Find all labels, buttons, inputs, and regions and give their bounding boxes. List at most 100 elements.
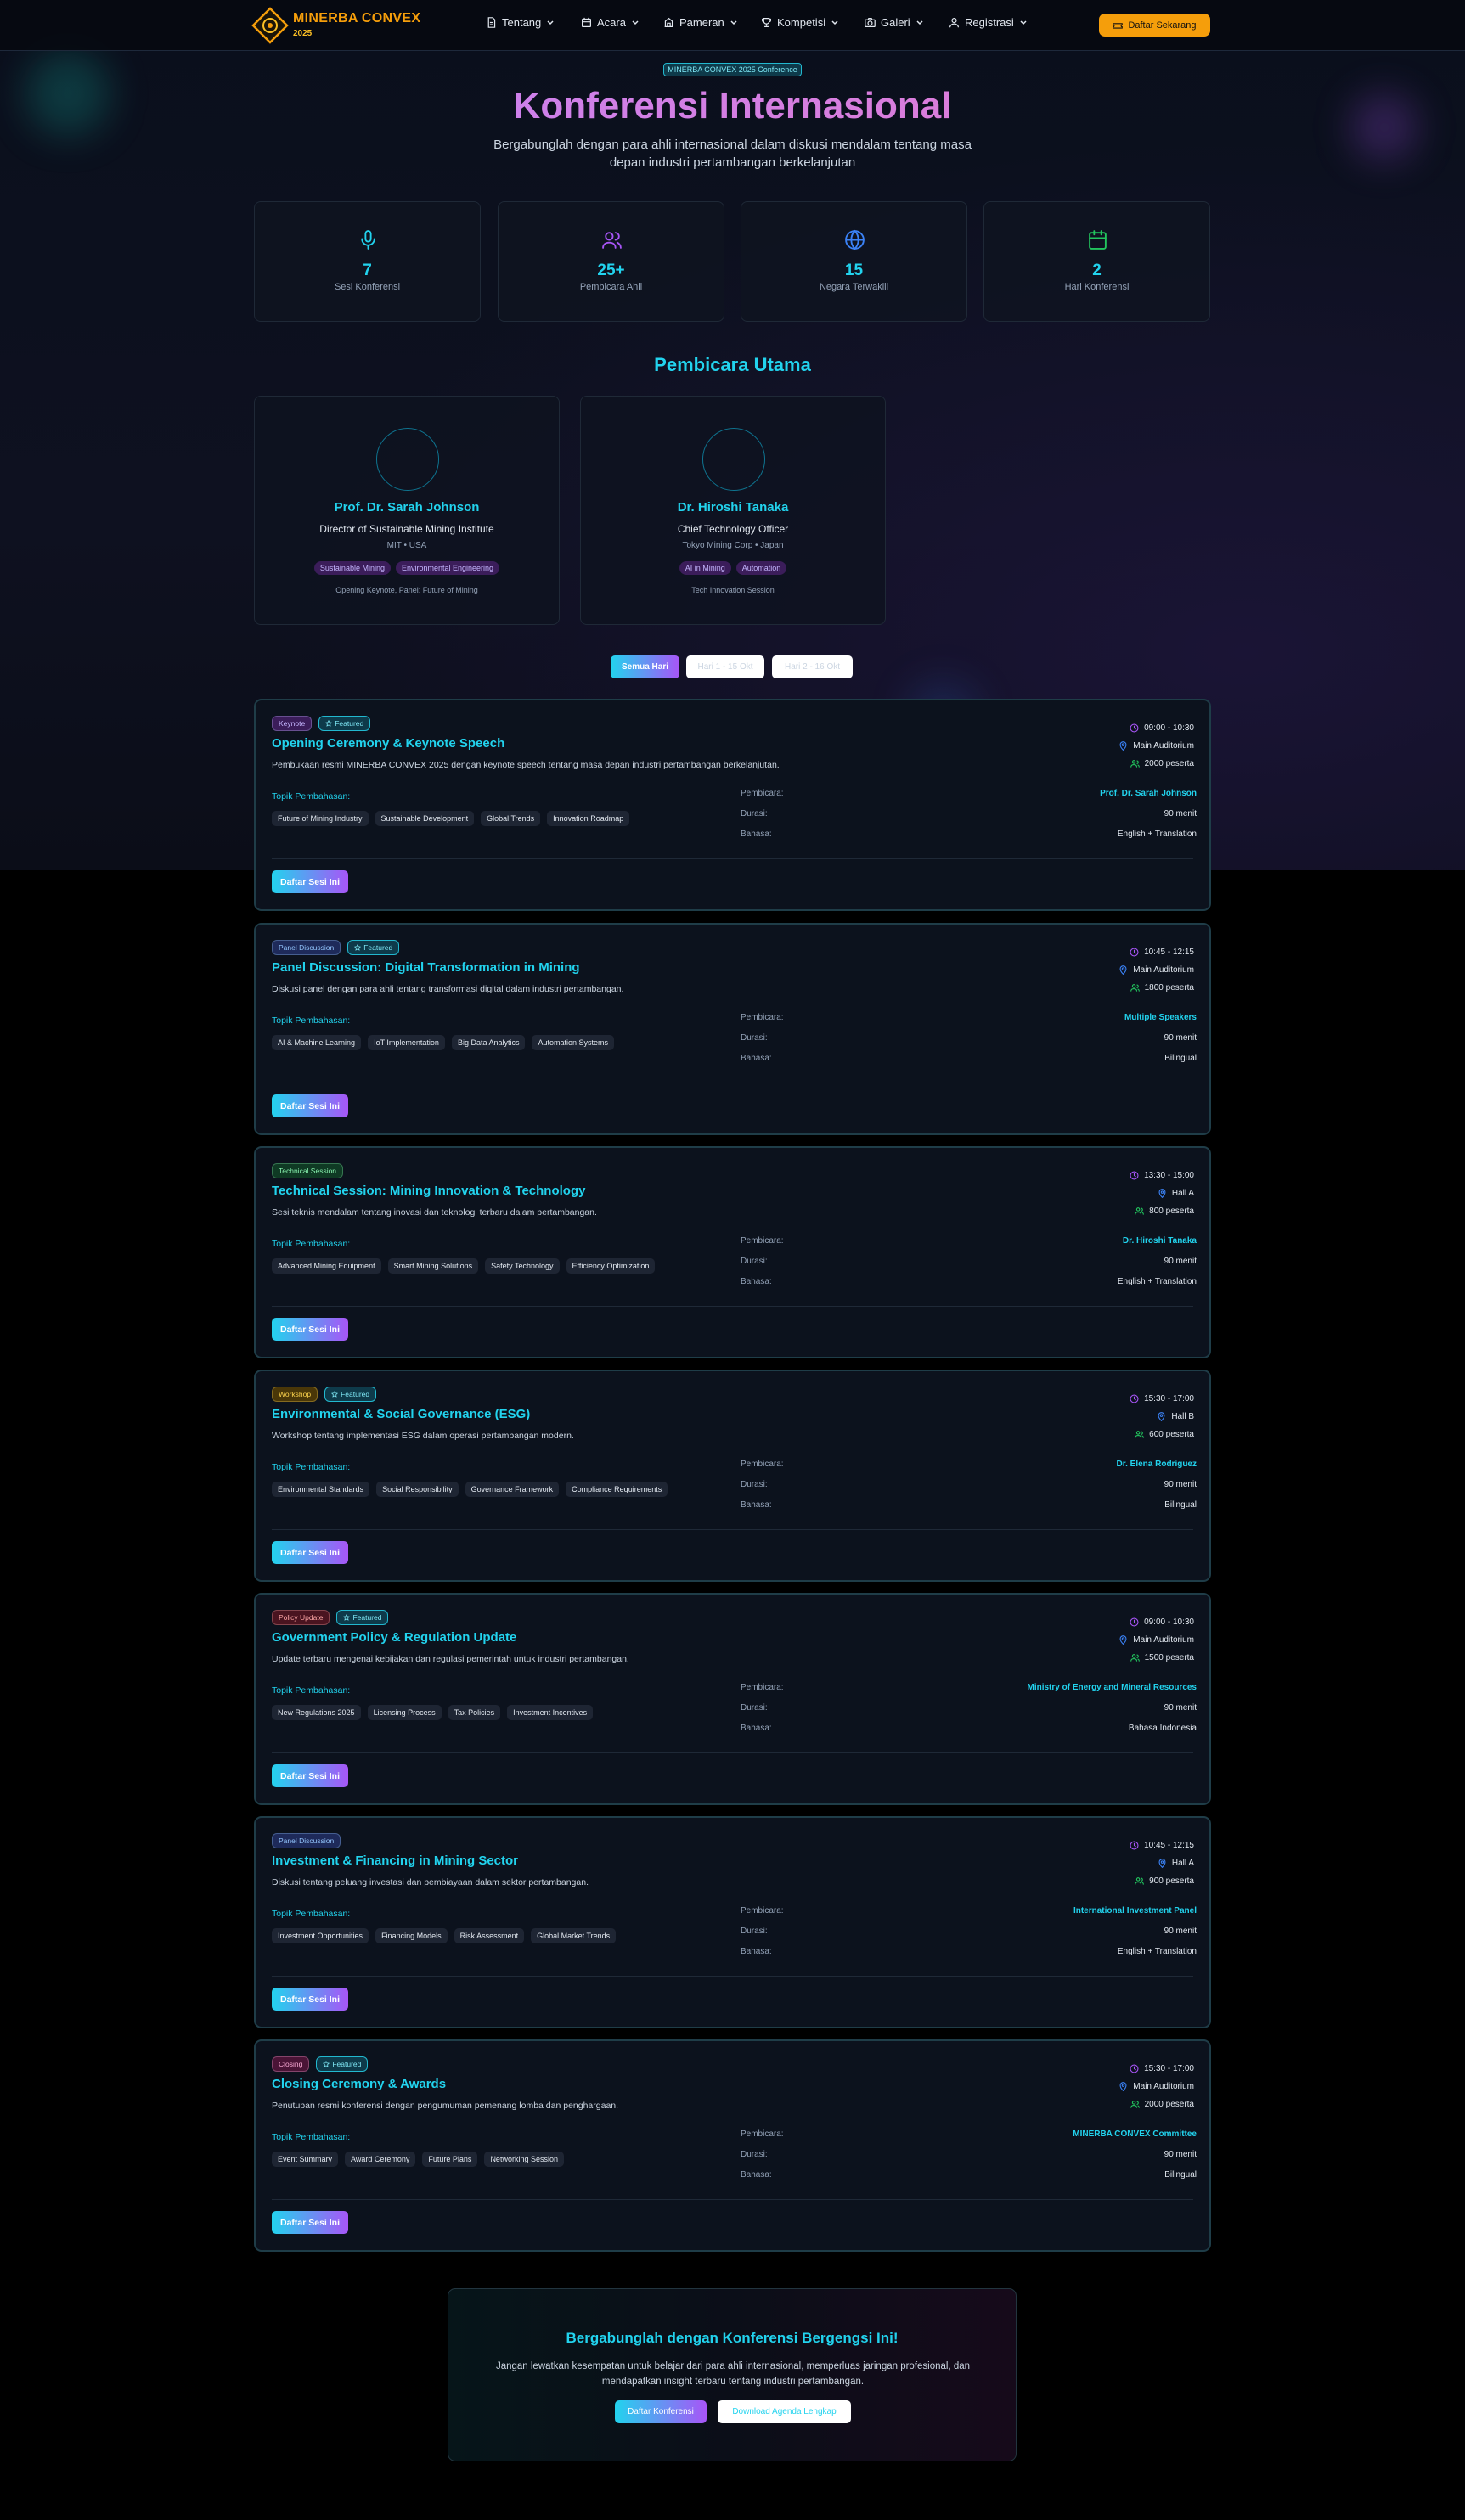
session-description: Sesi teknis mendalam tentang inovasi dan… bbox=[272, 1207, 597, 1218]
nav-item-pameran[interactable]: Pameran bbox=[663, 16, 738, 29]
topic-chip: Risk Assessment bbox=[454, 1928, 525, 1943]
session-card: Technical Session Technical Session: Mini… bbox=[254, 1146, 1211, 1358]
session-time: 10:45 - 12:15 bbox=[1144, 1841, 1194, 1850]
topic-chip: Global Trends bbox=[481, 811, 541, 826]
expertise-tag: AI in Mining bbox=[679, 561, 731, 575]
session-capacity: 800 peserta bbox=[1149, 1207, 1194, 1216]
featured-badge: Featured bbox=[324, 1387, 377, 1402]
stat-label: Pembicara Ahli bbox=[579, 282, 643, 292]
session-meta: 09:00 - 10:30 Main Auditorium 1500 peserta bbox=[1007, 1613, 1194, 1667]
nav-item-kompetisi[interactable]: Kompetisi bbox=[761, 16, 839, 29]
speaker-card[interactable]: Prof. Dr. Sarah Johnson Director of Sust… bbox=[254, 396, 560, 625]
speaker-key: Pembicara: bbox=[741, 1013, 784, 1022]
topic-chip: Global Market Trends bbox=[531, 1928, 617, 1943]
star-icon bbox=[325, 720, 333, 727]
stat-card-countries: 15 Negara Terwakili bbox=[741, 201, 967, 322]
join-title: Bergabunglah dengan Konferensi Bergengsi… bbox=[566, 2330, 899, 2346]
language-key: Bahasa: bbox=[741, 1054, 772, 1063]
filter-day-2[interactable]: Hari 2 - 16 Okt bbox=[772, 655, 853, 678]
featured-badge: Featured bbox=[316, 2056, 369, 2072]
nav-item-tentang[interactable]: Tentang bbox=[486, 16, 555, 29]
topic-list: Event Summary Award Ceremony Future Plans N… bbox=[272, 2152, 564, 2167]
session-room: Main Auditorium bbox=[1133, 741, 1194, 751]
nav-item-galeri[interactable]: Galeri bbox=[865, 16, 924, 29]
register-session-button[interactable]: Daftar Sesi Ini bbox=[272, 1318, 348, 1341]
brand-name[interactable]: MINERBA CONVEX bbox=[293, 11, 420, 26]
duration-key: Durasi: bbox=[741, 1703, 768, 1713]
session-room: Main Auditorium bbox=[1133, 965, 1194, 975]
stat-card-sessions: 7 Sesi Konferensi bbox=[254, 201, 481, 322]
stat-value: 7 bbox=[363, 262, 372, 279]
location-pin-icon bbox=[1158, 1189, 1166, 1198]
register-session-button[interactable]: Daftar Sesi Ini bbox=[272, 1988, 348, 2011]
session-title[interactable]: Government Policy & Regulation Update bbox=[272, 1630, 516, 1645]
session-title[interactable]: Environmental & Social Governance (ESG) bbox=[272, 1407, 530, 1421]
users-icon bbox=[602, 232, 622, 249]
nav-item-acara[interactable]: Acara bbox=[581, 16, 640, 29]
join-description: Jangan lewatkan kesempatan untuk belajar… bbox=[495, 2361, 971, 2387]
featured-badge: Featured bbox=[318, 716, 371, 731]
speaker-name: Dr. Hiroshi Tanaka bbox=[677, 500, 789, 515]
topic-chip: Environmental Standards bbox=[272, 1482, 370, 1497]
topic-list: Future of Mining Industry Sustainable Dev… bbox=[272, 811, 630, 826]
session-duration: 90 menit bbox=[1164, 1480, 1197, 1489]
register-session-button[interactable]: Daftar Sesi Ini bbox=[272, 870, 348, 893]
stat-value: 2 bbox=[1092, 262, 1102, 279]
topic-chip: Sustainable Development bbox=[375, 811, 475, 826]
users-icon bbox=[1135, 1207, 1145, 1215]
topic-list: Environmental Standards Social Responsibi… bbox=[272, 1482, 668, 1497]
session-type-badge: Technical Session bbox=[272, 1163, 344, 1178]
topic-chip: Tax Policies bbox=[448, 1705, 501, 1720]
session-language: Bahasa Indonesia bbox=[1128, 1724, 1197, 1733]
download-agenda-button[interactable]: Download Agenda Lengkap bbox=[718, 2400, 851, 2423]
topic-chip: Investment Incentives bbox=[507, 1705, 594, 1720]
session-title[interactable]: Technical Session: Mining Innovation & T… bbox=[272, 1184, 585, 1198]
language-key: Bahasa: bbox=[741, 830, 772, 839]
logo-icon[interactable] bbox=[251, 7, 289, 44]
speaker-name: Prof. Dr. Sarah Johnson bbox=[334, 500, 480, 515]
session-capacity: 2000 peserta bbox=[1144, 759, 1194, 768]
register-session-button[interactable]: Daftar Sesi Ini bbox=[272, 1541, 348, 1564]
register-now-button[interactable]: Daftar Sekarang bbox=[1099, 14, 1210, 37]
top-navbar: MINERBA CONVEX 2025 Tentang Acara Pamera… bbox=[0, 0, 1465, 51]
filter-day-1[interactable]: Hari 1 - 15 Okt bbox=[686, 655, 764, 678]
session-language: English + Translation bbox=[1117, 1947, 1197, 1956]
topic-chip: Event Summary bbox=[272, 2152, 339, 2167]
star-icon bbox=[331, 1391, 339, 1398]
register-session-button[interactable]: Daftar Sesi Ini bbox=[272, 2211, 348, 2234]
star-icon bbox=[354, 944, 362, 951]
location-pin-icon bbox=[1119, 965, 1127, 975]
session-description: Diskusi panel dengan para ahli tentang t… bbox=[272, 984, 624, 994]
topics-label: Topik Pembahasan: bbox=[272, 1909, 351, 1919]
register-conference-button[interactable]: Daftar Konferensi bbox=[615, 2400, 707, 2423]
speakers-heading: Pembicara Utama bbox=[654, 354, 811, 375]
session-card: Keynote Featured Opening Ceremony & Keynot… bbox=[254, 699, 1211, 911]
clock-icon bbox=[1130, 1171, 1139, 1180]
language-key: Bahasa: bbox=[741, 2170, 772, 2180]
stat-label: Sesi Konferensi bbox=[334, 282, 401, 292]
register-session-button[interactable]: Daftar Sesi Ini bbox=[272, 1094, 348, 1117]
users-icon bbox=[1130, 760, 1140, 768]
speaker-card[interactable]: Dr. Hiroshi Tanaka Chief Technology Offi… bbox=[580, 396, 886, 625]
session-time: 09:00 - 10:30 bbox=[1144, 1617, 1194, 1627]
session-title[interactable]: Investment & Financing in Mining Sector bbox=[272, 1853, 518, 1868]
session-title[interactable]: Panel Discussion: Digital Transformation… bbox=[272, 960, 580, 975]
stat-label: Hari Konferensi bbox=[1064, 282, 1130, 292]
topic-chip: Big Data Analytics bbox=[451, 1035, 526, 1050]
nav-item-registrasi[interactable]: Registrasi bbox=[949, 16, 1028, 29]
filter-all-days[interactable]: Semua Hari bbox=[611, 655, 679, 678]
session-language: English + Translation bbox=[1117, 1277, 1197, 1286]
topic-list: Advanced Mining Equipment Smart Mining So… bbox=[272, 1258, 656, 1274]
featured-badge: Featured bbox=[347, 940, 400, 955]
clock-icon bbox=[1130, 1394, 1139, 1403]
topic-chip: IoT Implementation bbox=[368, 1035, 445, 1050]
topic-chip: Governance Framework bbox=[465, 1482, 560, 1497]
session-card: Closing Featured Closing Ceremony & Awards… bbox=[254, 2039, 1211, 2252]
duration-key: Durasi: bbox=[741, 1257, 768, 1266]
session-title[interactable]: Closing Ceremony & Awards bbox=[272, 2077, 446, 2091]
nav-label: Galeri bbox=[881, 16, 910, 29]
register-session-button[interactable]: Daftar Sesi Ini bbox=[272, 1764, 348, 1787]
building-icon bbox=[664, 17, 673, 27]
duration-key: Durasi: bbox=[741, 1927, 768, 1936]
session-title[interactable]: Opening Ceremony & Keynote Speech bbox=[272, 736, 504, 751]
